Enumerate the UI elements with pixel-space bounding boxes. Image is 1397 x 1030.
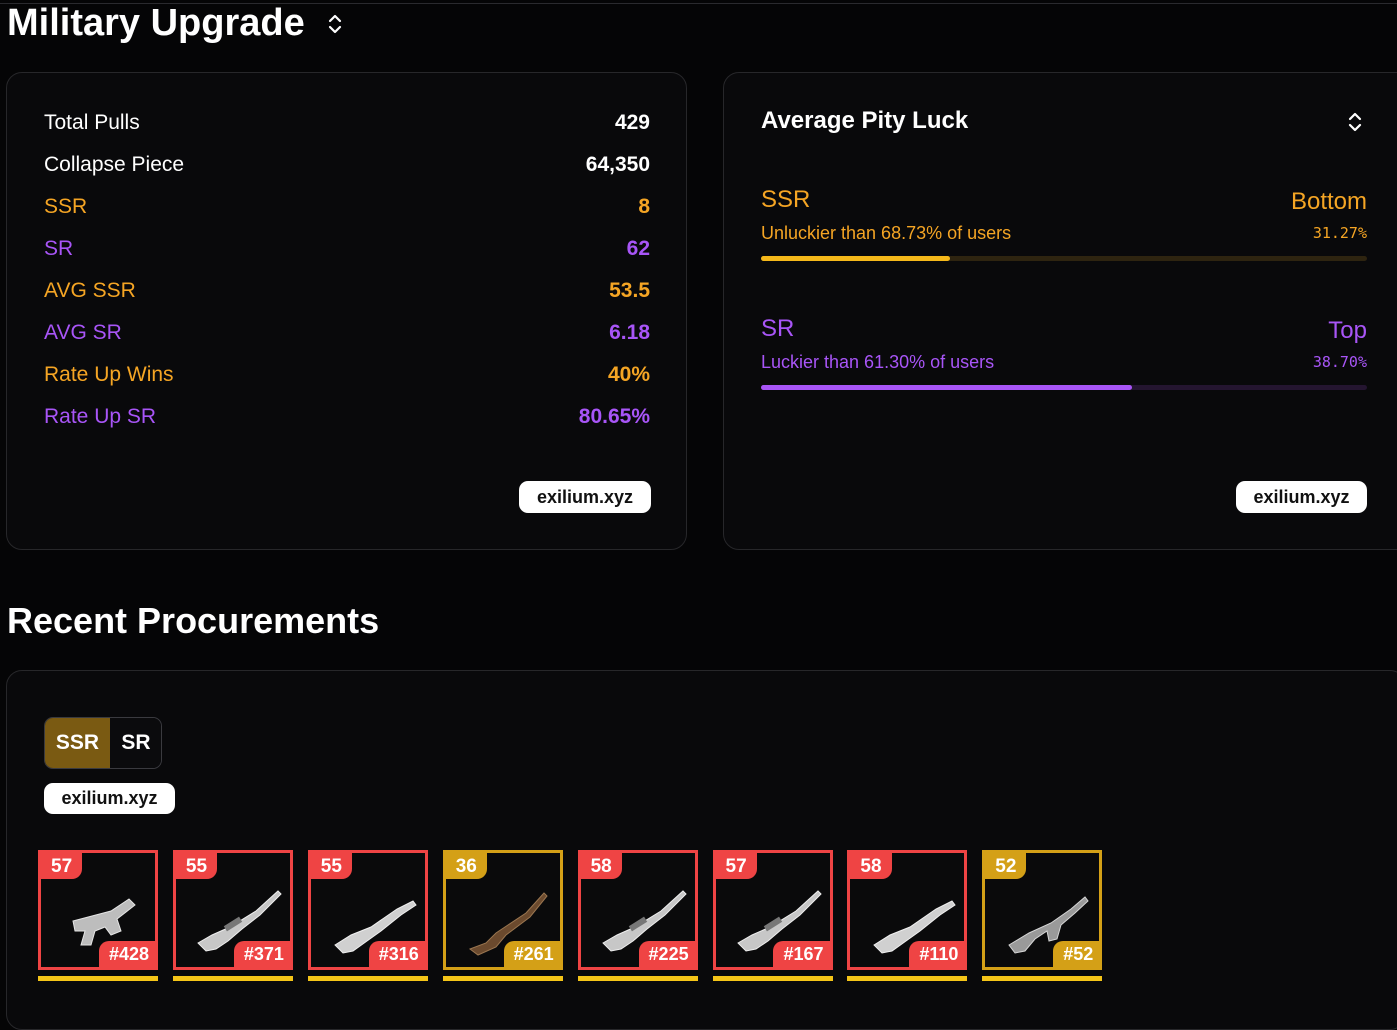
item-pity-badge: 58 <box>580 853 622 879</box>
ssr-luck-percent: 31.27% <box>1312 224 1367 242</box>
sr-rank-label: Top <box>1328 317 1367 344</box>
item-frame: 58 #225 <box>577 850 698 970</box>
stat-label: Collapse Piece <box>44 153 185 176</box>
procurement-item[interactable]: 52 #52 <box>982 850 1103 982</box>
stat-row: AVG SSR 53.5 <box>44 279 650 309</box>
sr-luck-percent: 38.70% <box>1312 353 1367 371</box>
stat-value: 6.18 <box>609 321 650 344</box>
item-pity-badge: 55 <box>310 853 352 879</box>
stat-value: 429 <box>614 111 650 134</box>
item-frame: 36 #261 <box>442 850 563 970</box>
item-frame: 57 #167 <box>712 850 833 970</box>
page-title: Military Upgrade <box>7 2 305 44</box>
procurement-item[interactable]: 57 #428 <box>38 850 158 982</box>
item-underline <box>982 976 1103 981</box>
procurement-item[interactable]: 36 #261 <box>442 850 563 982</box>
stat-row: Total Pulls 429 <box>44 111 650 141</box>
sort-toggle-icon[interactable] <box>326 13 344 35</box>
ssr-rarity-label: SSR <box>761 186 811 213</box>
stat-label: Rate Up Wins <box>44 363 174 386</box>
item-underline <box>577 976 698 981</box>
procurement-item[interactable]: 55 #371 <box>172 850 293 982</box>
stat-label: Rate Up SR <box>44 405 157 428</box>
sr-luck-description: Luckier than 61.30% of users <box>761 352 995 372</box>
rarity-toggle: SSR SR <box>44 717 162 769</box>
item-pity-badge: 36 <box>445 853 487 879</box>
watermark-badge: exilium.xyz <box>519 481 651 513</box>
item-pity-badge: 58 <box>850 853 892 879</box>
item-underline <box>172 976 293 981</box>
pity-luck-title: Average Pity Luck <box>761 107 969 134</box>
stat-label: Total Pulls <box>44 111 140 134</box>
item-underline <box>847 976 968 981</box>
stat-value: 62 <box>626 237 650 260</box>
item-number-badge: #316 <box>368 941 425 967</box>
ssr-rank-label: Bottom <box>1290 188 1367 215</box>
stat-value: 80.65% <box>578 405 650 428</box>
ssr-luck-fill <box>761 256 951 261</box>
item-underline <box>712 976 833 981</box>
item-pity-badge: 57 <box>41 853 83 879</box>
item-number-badge: #371 <box>233 941 290 967</box>
item-number-badge: #225 <box>638 941 695 967</box>
sr-rarity-label: SR <box>761 315 795 342</box>
stat-value: 40% <box>607 363 650 386</box>
item-frame: 52 #52 <box>982 850 1103 970</box>
item-underline <box>307 976 428 981</box>
item-number-badge: #52 <box>1053 941 1100 967</box>
procurement-item[interactable]: 55 #316 <box>307 850 428 982</box>
item-number-badge: #261 <box>503 941 560 967</box>
stat-label: AVG SSR <box>44 279 136 302</box>
item-frame: 57 #428 <box>38 850 158 970</box>
sr-luck-track <box>761 385 1367 390</box>
stat-row: Rate Up SR 80.65% <box>44 405 650 435</box>
item-number-badge: #110 <box>909 941 965 967</box>
stat-label: SR <box>44 237 74 260</box>
procurement-item[interactable]: 58 #110 <box>847 850 968 982</box>
stat-row: Collapse Piece 64,350 <box>44 153 650 183</box>
stat-value: 64,350 <box>585 153 650 176</box>
item-pity-badge: 52 <box>985 853 1027 879</box>
ssr-luck-track <box>761 256 1367 261</box>
pity-luck-card: Average Pity Luck SSR Bottom Unluckier t… <box>723 72 1397 550</box>
stat-row: SSR 8 <box>44 195 650 225</box>
item-number-badge: #167 <box>773 941 830 967</box>
procurement-item[interactable]: 58 #225 <box>577 850 698 982</box>
stats-card: Total Pulls 429 Collapse Piece 64,350 SSR 8 SR… <box>6 72 687 550</box>
stat-row: AVG SR 6.18 <box>44 321 650 351</box>
item-pity-badge: 55 <box>175 853 218 879</box>
stat-value: 8 <box>638 195 650 218</box>
item-frame: 58 #110 <box>847 850 968 970</box>
stat-row: Rate Up Wins 40% <box>44 363 650 393</box>
watermark-badge: exilium.xyz <box>44 783 175 814</box>
ssr-luck-description: Unluckier than 68.73% of users <box>761 223 1012 243</box>
item-underline <box>38 976 158 981</box>
sr-luck-fill <box>761 385 1133 390</box>
toggle-sr-button[interactable]: SR <box>110 718 161 768</box>
item-pity-badge: 57 <box>715 853 757 879</box>
procurement-item[interactable]: 57 #167 <box>712 850 833 982</box>
item-number-badge: #428 <box>98 941 155 967</box>
section-title: Recent Procurements <box>7 600 380 641</box>
item-frame: 55 #371 <box>172 850 293 970</box>
stat-label: SSR <box>44 195 88 218</box>
item-frame: 55 #316 <box>307 850 428 970</box>
watermark-badge: exilium.xyz <box>1236 481 1367 513</box>
toggle-ssr-button[interactable]: SSR <box>45 718 110 768</box>
stat-value: 53.5 <box>609 279 650 302</box>
stat-label: AVG SR <box>44 321 122 344</box>
sort-toggle-icon[interactable] <box>1346 111 1364 133</box>
item-underline <box>442 976 563 981</box>
stat-row: SR 62 <box>44 237 650 267</box>
